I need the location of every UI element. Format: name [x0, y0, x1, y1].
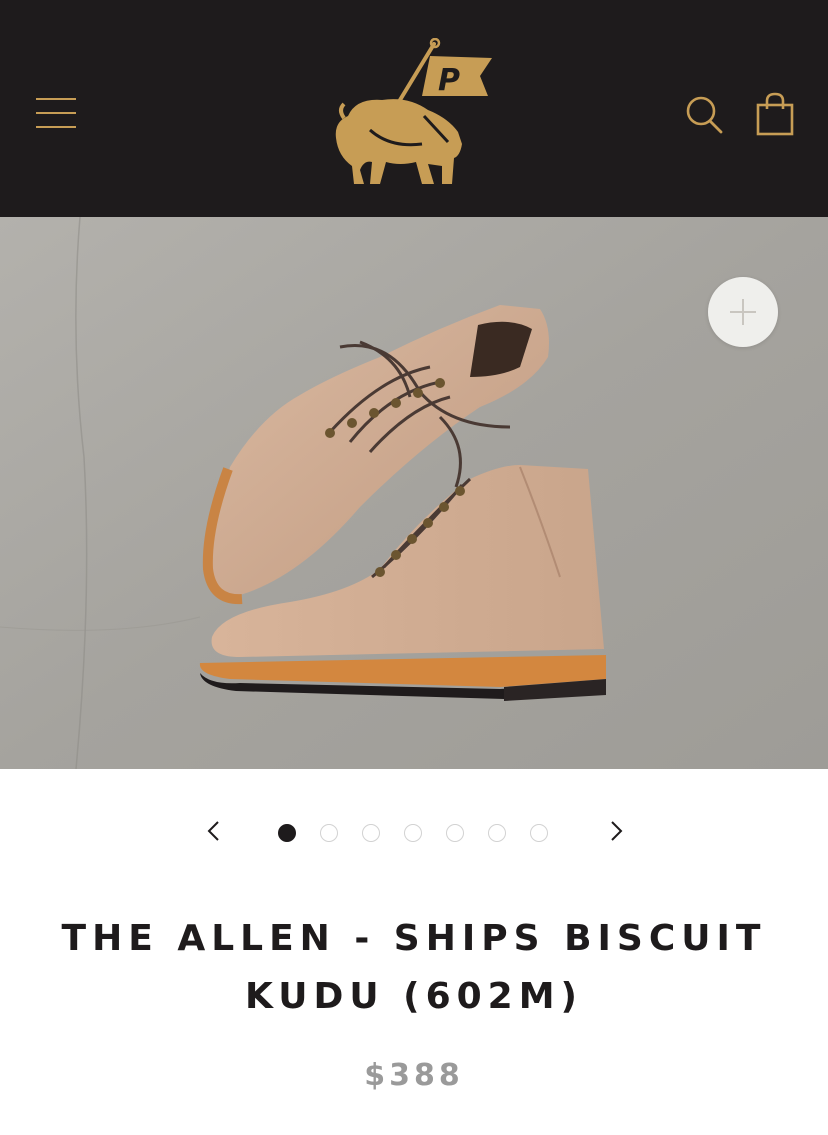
site-header: P: [0, 0, 828, 217]
zoom-plus-icon[interactable]: [708, 277, 778, 347]
slide-dot-2[interactable]: [320, 824, 338, 842]
chevron-right-icon[interactable]: [604, 819, 628, 843]
logo-letter: P: [438, 63, 460, 98]
product-title: THE ALLEN - SHIPS BISCUIT KUDU (602M): [61, 918, 767, 1017]
slide-dot-7[interactable]: [530, 824, 548, 842]
brand-logo[interactable]: P: [330, 38, 498, 190]
slide-dot-1[interactable]: [278, 824, 296, 842]
product-image-gallery[interactable]: [0, 217, 828, 769]
search-icon[interactable]: [684, 95, 724, 135]
slide-dot-3[interactable]: [362, 824, 380, 842]
hamburger-menu-icon[interactable]: [36, 98, 76, 130]
slide-dot-6[interactable]: [488, 824, 506, 842]
slide-dot-5[interactable]: [446, 824, 464, 842]
product-price: $388: [364, 1058, 464, 1093]
gallery-pagination: [0, 805, 828, 861]
chevron-left-icon[interactable]: [202, 819, 226, 843]
shopping-bag-icon[interactable]: [756, 92, 794, 136]
slide-dot-4[interactable]: [404, 824, 422, 842]
product-photo: [0, 217, 828, 769]
